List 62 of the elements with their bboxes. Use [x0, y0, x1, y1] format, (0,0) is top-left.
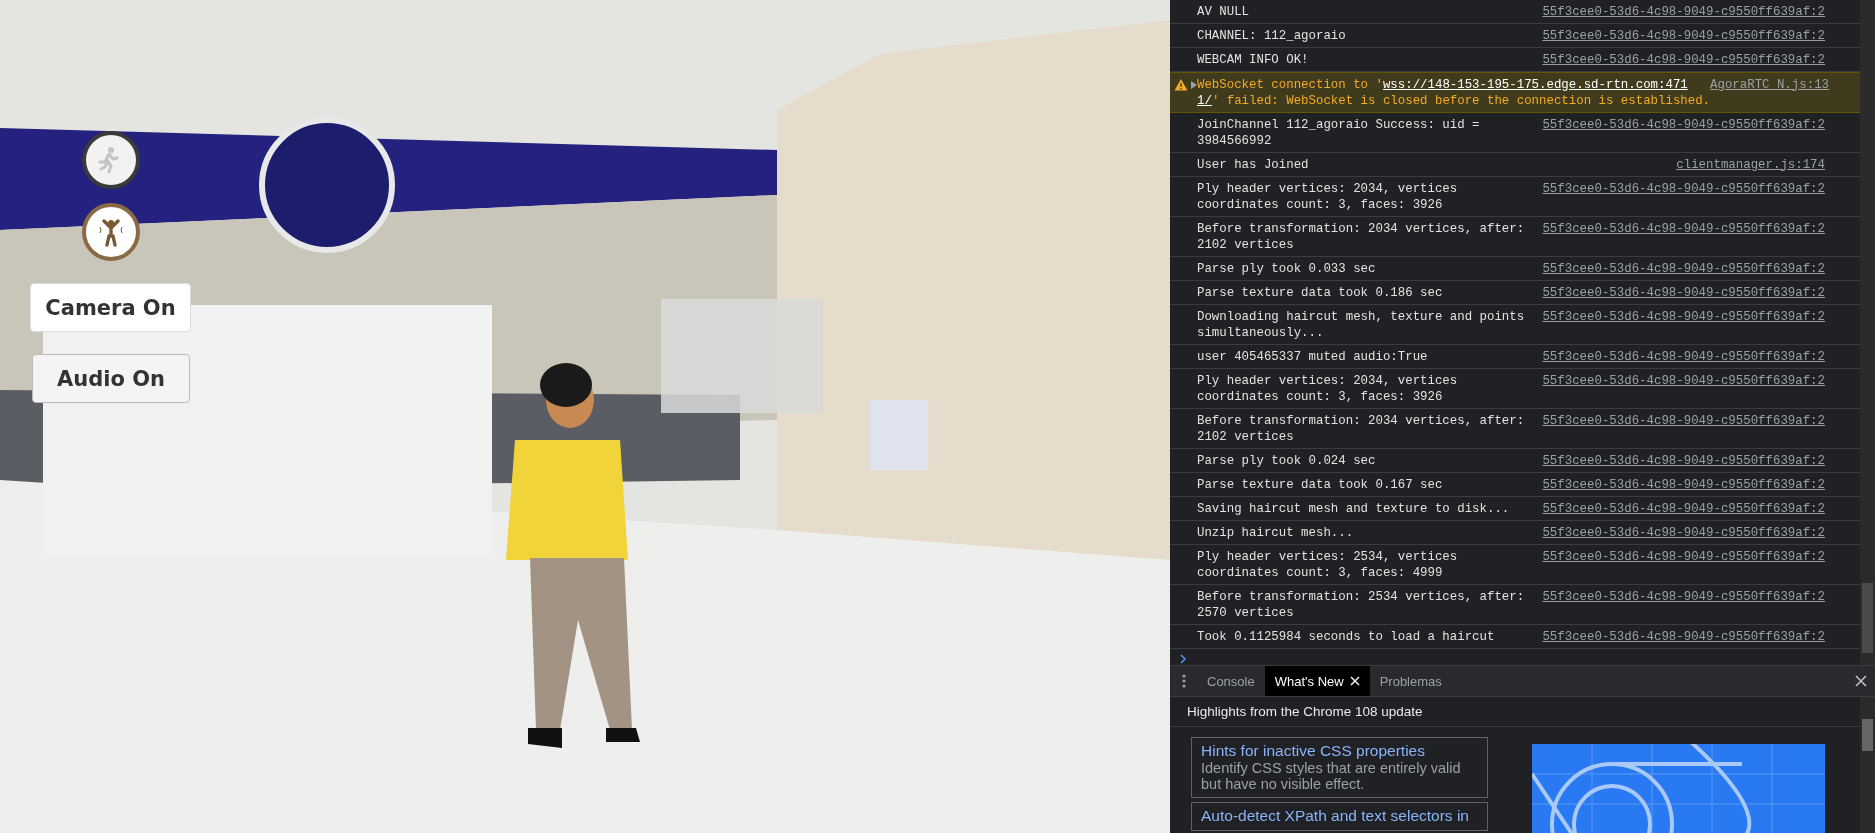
scrollbar[interactable]	[1860, 697, 1875, 833]
scrollbar[interactable]	[1860, 0, 1875, 665]
source-link[interactable]: 55f3cee0-53d6-4c98-9049-c9550ff639af:2	[1542, 308, 1825, 325]
feature-title[interactable]: Auto-detect XPath and text selectors in	[1201, 806, 1478, 825]
log-message: Took 0.1125984 seconds to load a haircut	[1197, 628, 1496, 645]
source-link[interactable]: 55f3cee0-53d6-4c98-9049-c9550ff639af:2	[1542, 524, 1825, 541]
log-message: Unzip haircut mesh...	[1197, 524, 1355, 541]
log-message: AV NULL	[1197, 3, 1251, 20]
log-message: WEBCAM INFO OK!	[1197, 51, 1310, 68]
prompt-chevron-icon[interactable]	[1180, 654, 1187, 664]
feature-card[interactable]: Hints for inactive CSS properties Identify CSS styles that are entirely valid but have no visible effect.	[1191, 737, 1488, 798]
log-message: Before transformation: 2034 vertices, after: 2102 vertices	[1197, 412, 1526, 445]
log-message: Ply header vertices: 2534, vertices coordinates count: 3, faces: 4999	[1197, 548, 1459, 581]
source-link[interactable]: 55f3cee0-53d6-4c98-9049-c9550ff639af:2	[1542, 628, 1825, 645]
log-message: Parse ply took 0.033 sec	[1197, 260, 1377, 277]
log-message: JoinChannel 112_agoraio Success: uid = 3984566992	[1197, 116, 1481, 149]
panel-heading: Highlights from the Chrome 108 update	[1170, 697, 1860, 727]
source-link[interactable]: 55f3cee0-53d6-4c98-9049-c9550ff639af:2	[1542, 3, 1825, 20]
source-link[interactable]: AgoraRTC_N.js:13	[1710, 76, 1830, 93]
source-link[interactable]: 55f3cee0-53d6-4c98-9049-c9550ff639af:2	[1542, 51, 1825, 68]
source-link[interactable]: 55f3cee0-53d6-4c98-9049-c9550ff639af:2	[1542, 220, 1825, 237]
source-link[interactable]: 55f3cee0-53d6-4c98-9049-c9550ff639af:2	[1542, 27, 1825, 44]
feature-card[interactable]: Auto-detect XPath and text selectors in	[1191, 802, 1488, 831]
toggle-button[interactable]: Camera On	[30, 283, 191, 332]
url-link[interactable]: 1/	[1197, 93, 1212, 108]
close-icon[interactable]	[1855, 675, 1867, 687]
source-link[interactable]: 55f3cee0-53d6-4c98-9049-c9550ff639af:2	[1542, 116, 1825, 133]
source-link[interactable]: 55f3cee0-53d6-4c98-9049-c9550ff639af:2	[1542, 180, 1825, 197]
log-message: User has Joined	[1197, 156, 1310, 173]
source-link[interactable]: 55f3cee0-53d6-4c98-9049-c9550ff639af:2	[1542, 548, 1825, 565]
source-link[interactable]: 55f3cee0-53d6-4c98-9049-c9550ff639af:2	[1542, 348, 1825, 365]
log-message: Before transformation: 2534 vertices, after: 2570 vertices	[1197, 588, 1526, 621]
source-link[interactable]: 55f3cee0-53d6-4c98-9049-c9550ff639af:2	[1542, 372, 1825, 389]
log-message: CHANNEL: 112_agoraio	[1197, 27, 1347, 44]
url-link[interactable]: wss://148-153-195-175.edge.sd-rtn.com:471	[1382, 77, 1688, 92]
log-message: Downloading haircut mesh, texture and points simultaneously...	[1197, 308, 1526, 341]
panel-tab[interactable]: Problemas	[1369, 666, 1452, 696]
panel-tab[interactable]: Console	[1197, 666, 1265, 696]
source-link[interactable]: 55f3cee0-53d6-4c98-9049-c9550ff639af:2	[1542, 284, 1825, 301]
toggle-button[interactable]: Audio On	[32, 354, 190, 403]
log-message: Parse texture data took 0.167 sec	[1197, 476, 1444, 493]
source-link[interactable]: clientmanager.js:174	[1676, 156, 1825, 173]
source-link[interactable]: 55f3cee0-53d6-4c98-9049-c9550ff639af:2	[1542, 260, 1825, 277]
more-menu-icon[interactable]	[1182, 674, 1186, 688]
log-message: Before transformation: 2034 vertices, after: 2102 vertices	[1197, 220, 1526, 253]
log-message: Parse texture data took 0.186 sec	[1197, 284, 1444, 301]
warning-icon	[1174, 77, 1188, 92]
source-link[interactable]: 55f3cee0-53d6-4c98-9049-c9550ff639af:2	[1542, 500, 1825, 517]
log-message: Ply header vertices: 2034, vertices coordinates count: 3, faces: 3926	[1197, 180, 1459, 213]
log-message: Parse ply took 0.024 sec	[1197, 452, 1377, 469]
expand-arrow-icon[interactable]	[1191, 80, 1197, 89]
source-link[interactable]: 55f3cee0-53d6-4c98-9049-c9550ff639af:2	[1542, 588, 1825, 605]
feature-title[interactable]: Hints for inactive CSS properties	[1201, 741, 1478, 760]
source-link[interactable]: 55f3cee0-53d6-4c98-9049-c9550ff639af:2	[1542, 452, 1825, 469]
source-link[interactable]: 55f3cee0-53d6-4c98-9049-c9550ff639af:2	[1542, 412, 1825, 429]
feature-description: Identify CSS styles that are entirely valid but have no visible effect.	[1201, 761, 1462, 792]
log-message: Ply header vertices: 2034, vertices coordinates count: 3, faces: 3926	[1197, 372, 1459, 405]
panel-tab[interactable]: What's New	[1264, 666, 1370, 696]
log-message: Saving haircut mesh and texture to disk...	[1197, 500, 1511, 517]
warning-message: WebSocket connection to 'wss://148-153-195-175.edge.sd-rtn.com:471 1/' failed: WebSocket is closed before the connection is established.	[1197, 76, 1711, 109]
log-message: user 405465337 muted audio:True	[1197, 348, 1429, 365]
source-link[interactable]: 55f3cee0-53d6-4c98-9049-c9550ff639af:2	[1542, 476, 1825, 493]
